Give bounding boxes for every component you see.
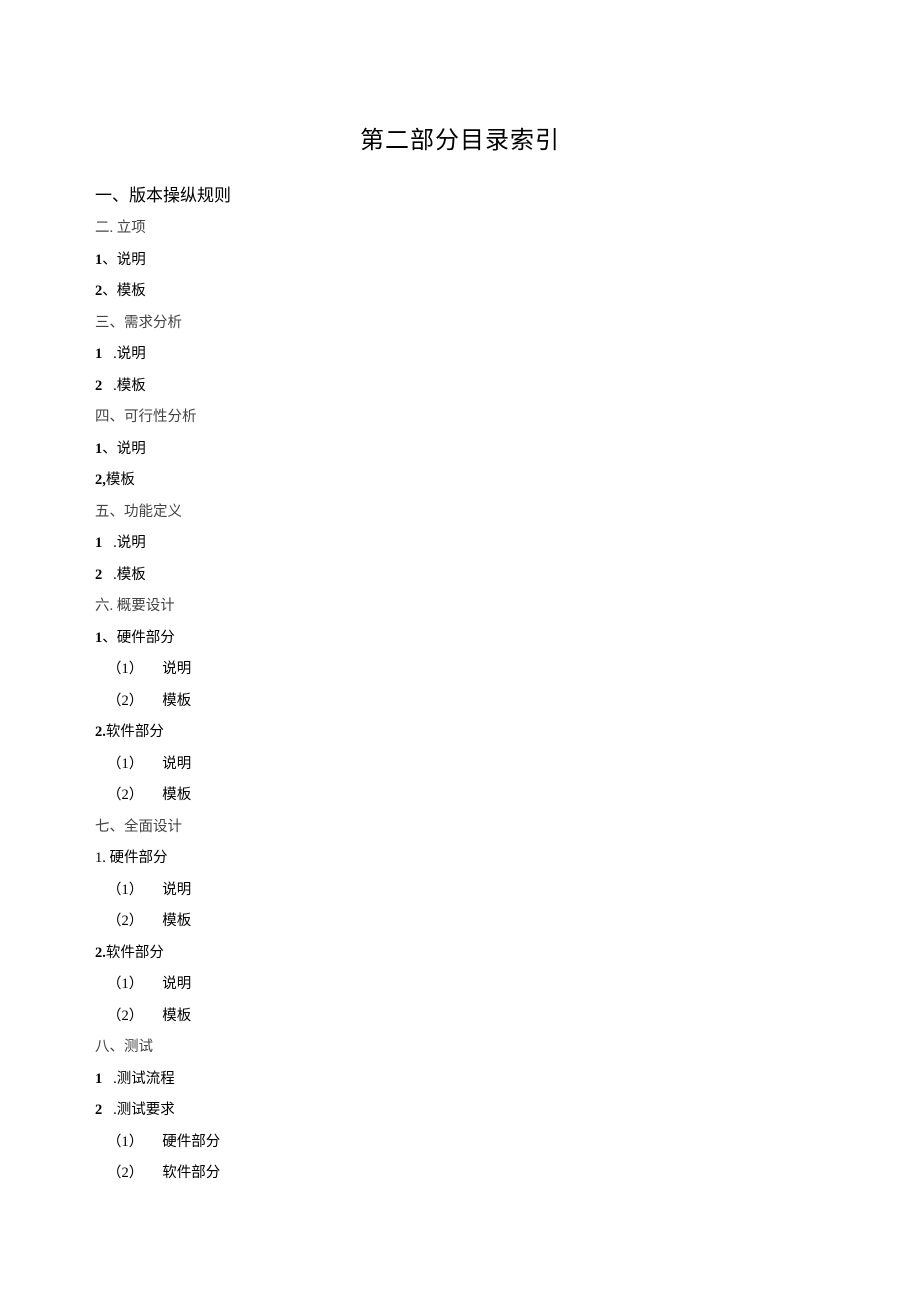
- toc-entry: （2） 软件部分: [107, 1166, 825, 1181]
- toc-entry: 2 .模板: [95, 379, 825, 394]
- toc-entry: 2 .模板: [95, 568, 825, 583]
- toc-entry: 1 .说明: [95, 347, 825, 362]
- toc-entry: 四、可行性分析: [95, 410, 825, 425]
- toc-entry: 1 .测试流程: [95, 1072, 825, 1087]
- toc-entry: 八、测试: [95, 1040, 825, 1055]
- toc-entry: 1. 硬件部分: [95, 851, 825, 866]
- toc-entry: （1） 硬件部分: [107, 1135, 825, 1150]
- toc-entry: 1、说明: [95, 442, 825, 457]
- toc-entry: （2） 模板: [107, 694, 825, 709]
- toc-entry: （1） 说明: [107, 977, 825, 992]
- toc-entry: 二. 立项: [95, 221, 825, 236]
- toc-entry: 2.软件部分: [95, 946, 825, 961]
- toc-entry: 2.软件部分: [95, 725, 825, 740]
- toc-entry: 2、模板: [95, 284, 825, 299]
- toc-entry: （2） 模板: [107, 914, 825, 929]
- document-title: 第二部分目录索引: [95, 120, 825, 155]
- toc-entry: 1、说明: [95, 253, 825, 268]
- toc-entry: 一、版本操纵规则: [95, 187, 825, 204]
- toc-entry: 2 .测试要求: [95, 1103, 825, 1118]
- toc-entry: 2,模板: [95, 473, 825, 488]
- toc-entry: 六. 概要设计: [95, 599, 825, 614]
- toc-entry: （1） 说明: [107, 757, 825, 772]
- toc-entry: 七、全面设计: [95, 820, 825, 835]
- toc-entry: （1） 说明: [107, 883, 825, 898]
- toc-entry: 1 .说明: [95, 536, 825, 551]
- toc-entry: 五、功能定义: [95, 505, 825, 520]
- table-of-contents: 一、版本操纵规则二. 立项1、说明2、模板三、需求分析1 .说明2 .模板四、可…: [95, 187, 825, 1181]
- toc-entry: 1、硬件部分: [95, 631, 825, 646]
- toc-entry: 三、需求分析: [95, 316, 825, 331]
- toc-entry: （2） 模板: [107, 1009, 825, 1024]
- toc-entry: （1） 说明: [107, 662, 825, 677]
- toc-entry: （2） 模板: [107, 788, 825, 803]
